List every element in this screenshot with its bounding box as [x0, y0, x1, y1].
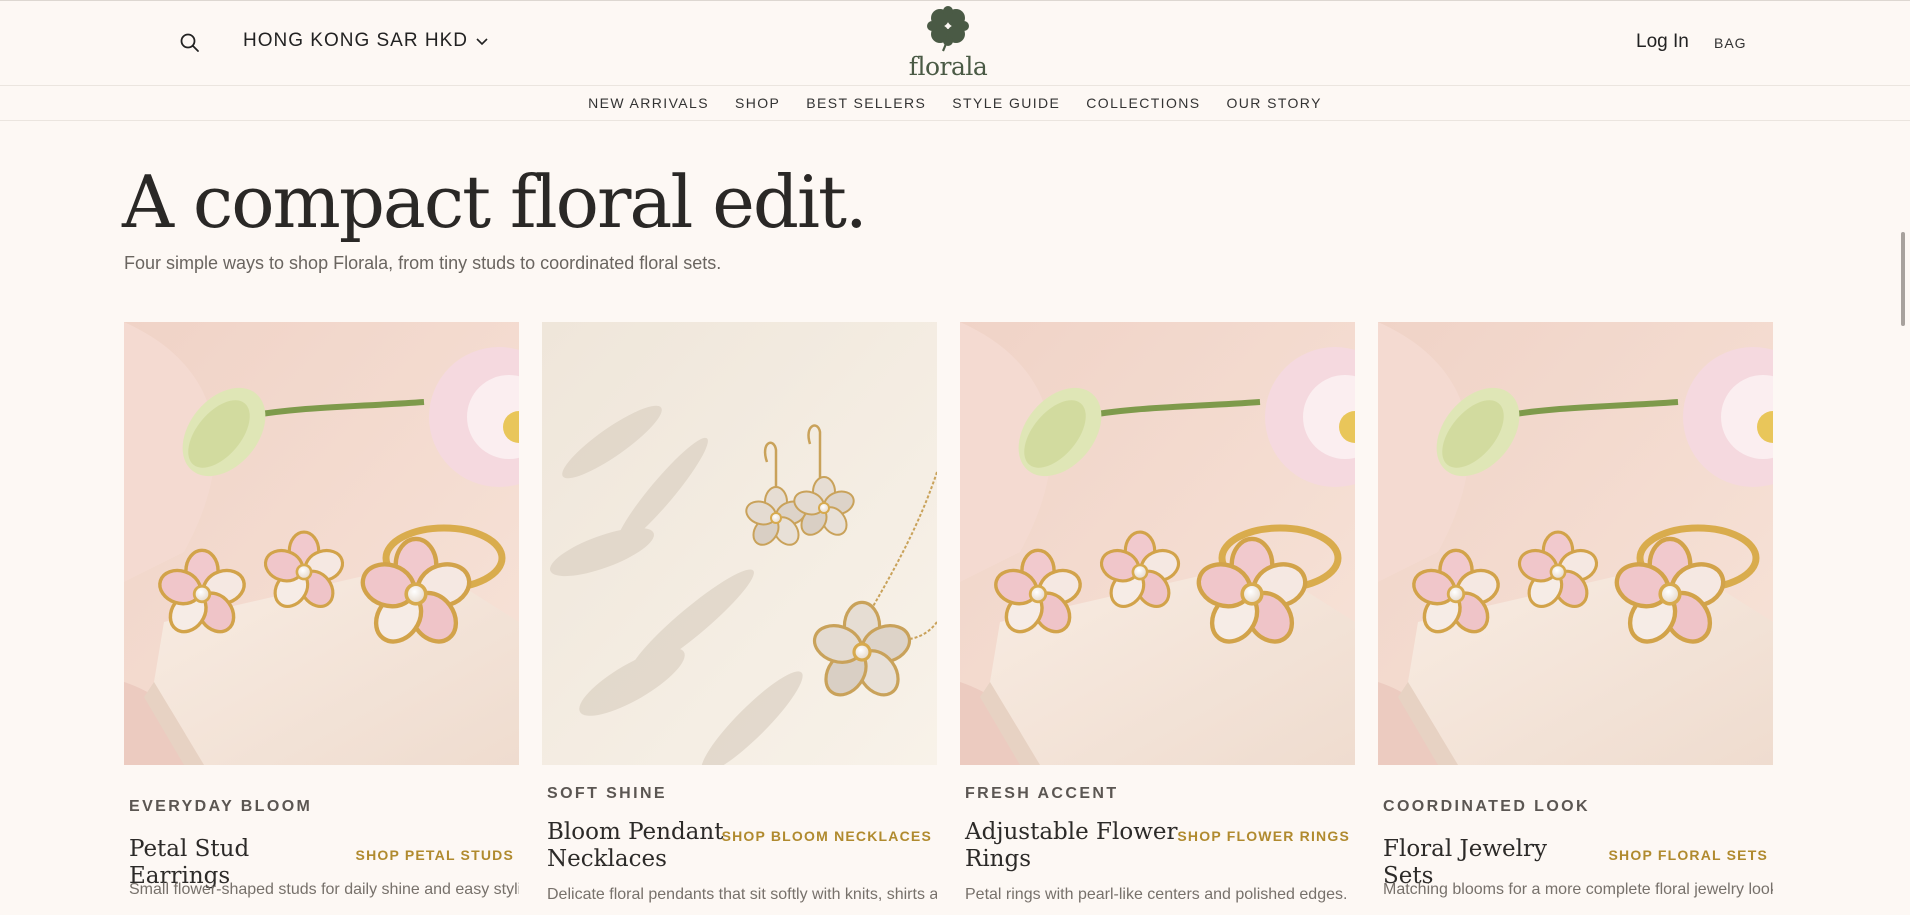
card-description: Matching blooms for a more complete flor…	[1383, 881, 1773, 898]
card-image[interactable]	[124, 322, 519, 765]
page-scrollbar[interactable]	[1896, 0, 1910, 915]
logo-wordmark: florala	[908, 52, 988, 81]
chevron-down-icon	[476, 30, 488, 52]
category-card-petal-studs: EVERYDAY BLOOM Petal Stud Earrings SHOP …	[124, 322, 519, 898]
card-title: Adjustable Flower Rings	[965, 819, 1178, 872]
card-eyebrow: SOFT SHINE	[547, 785, 668, 802]
card-eyebrow: COORDINATED LOOK	[1383, 798, 1590, 815]
shop-floral-sets-link[interactable]: SHOP FLORAL SETS	[1609, 847, 1768, 863]
card-description: Small flower-shaped studs for daily shin…	[129, 881, 519, 898]
card-description: Petal rings with pearl-like centers and …	[965, 886, 1348, 903]
card-eyebrow: FRESH ACCENT	[965, 785, 1119, 802]
card-image[interactable]	[1378, 322, 1773, 765]
card-description: Delicate floral pendants that sit softly…	[547, 886, 937, 903]
nav-item-collections[interactable]: COLLECTIONS	[1086, 95, 1200, 111]
region-currency-selector[interactable]: HONG KONG SAR HKD	[243, 30, 488, 52]
region-label: HONG KONG SAR HKD	[243, 30, 468, 51]
site-header: HONG KONG SAR HKD florala Log In BAG	[0, 0, 1910, 86]
bag-link[interactable]: BAG	[1714, 35, 1747, 51]
page-subtitle: Four simple ways to shop Florala, from t…	[124, 253, 722, 273]
scrollbar-thumb[interactable]	[1901, 232, 1905, 326]
page-title: A compact floral edit.	[122, 160, 868, 244]
nav-item-new-arrivals[interactable]: NEW ARRIVALS	[588, 95, 709, 111]
card-eyebrow: EVERYDAY BLOOM	[129, 798, 313, 815]
search-icon[interactable]	[178, 31, 202, 55]
nav-item-our-story[interactable]: OUR STORY	[1226, 95, 1321, 111]
nav-item-best-sellers[interactable]: BEST SELLERS	[806, 95, 926, 111]
category-card-floral-sets: COORDINATED LOOK Floral Jewelry Sets SHO…	[1378, 322, 1773, 898]
nav-item-style-guide[interactable]: STYLE GUIDE	[952, 95, 1060, 111]
nav-item-shop[interactable]: SHOP	[735, 95, 780, 111]
category-card-flower-rings: FRESH ACCENT Adjustable Flower Rings SHO…	[960, 322, 1355, 903]
category-card-bloom-necklaces: SOFT SHINE Bloom Pendant Necklaces SHOP …	[542, 322, 937, 903]
login-link[interactable]: Log In	[1636, 31, 1689, 53]
main-nav: NEW ARRIVALS SHOP BEST SELLERS STYLE GUI…	[0, 86, 1910, 121]
shop-flower-rings-link[interactable]: SHOP FLOWER RINGS	[1177, 828, 1350, 844]
card-image[interactable]	[542, 322, 937, 765]
shop-petal-studs-link[interactable]: SHOP PETAL STUDS	[356, 847, 514, 863]
site-logo[interactable]: florala	[906, 5, 990, 81]
card-image[interactable]	[960, 322, 1355, 765]
shop-bloom-necklaces-link[interactable]: SHOP BLOOM NECKLACES	[722, 828, 932, 844]
